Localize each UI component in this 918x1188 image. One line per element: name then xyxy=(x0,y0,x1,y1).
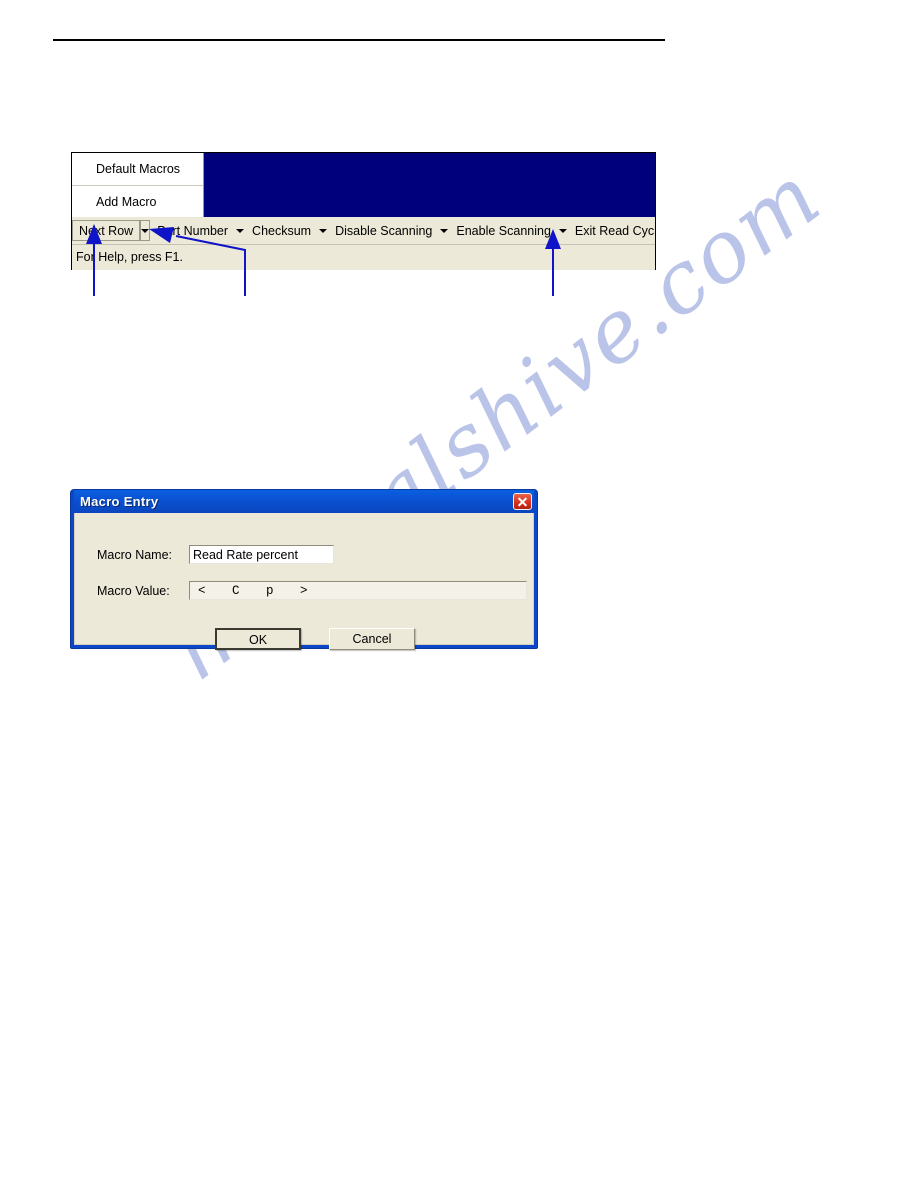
chevron-down-icon xyxy=(440,228,449,233)
toolbar-dropdown-arrow-disable-scanning[interactable] xyxy=(439,220,449,241)
toolbar-button-exit-read-cycle[interactable]: Exit Read Cycle xyxy=(568,220,655,241)
dialog-button-row: OK Cancel xyxy=(215,628,415,650)
toolbar-button-label: Next Row xyxy=(79,224,134,238)
macro-value-label: Macro Value: xyxy=(97,583,170,598)
close-icon[interactable] xyxy=(513,493,532,510)
toolbar-button-next-row[interactable]: Next Row xyxy=(72,220,141,241)
toolbar-dropdown-arrow-checksum[interactable] xyxy=(318,220,328,241)
macro-application-window: Default Macros Add Macro Next Row Part N… xyxy=(71,152,656,270)
macro-name-row: Macro Name: Read Rate percent xyxy=(97,545,334,564)
dialog-title: Macro Entry xyxy=(80,494,159,509)
macro-value-row: Macro Value: < C p > xyxy=(97,581,527,600)
chevron-down-icon xyxy=(141,228,150,233)
macro-dropdown-menu[interactable]: Default Macros Add Macro xyxy=(72,153,204,217)
menu-item-default-macros[interactable]: Default Macros xyxy=(72,153,203,185)
toolbar-dropdown-arrow-next-row[interactable] xyxy=(140,220,151,241)
dialog-body: Macro Name: Read Rate percent Macro Valu… xyxy=(74,513,534,650)
menu-item-label: Add Macro xyxy=(96,195,157,209)
status-bar-text: For Help, press F1. xyxy=(76,250,183,264)
toolbar-button-label: Disable Scanning xyxy=(335,224,433,238)
menu-item-label: Default Macros xyxy=(96,162,181,176)
macro-toolbar: Next Row Part Number Checksum Disable Sc… xyxy=(72,217,655,245)
toolbar-button-part-number[interactable]: Part Number xyxy=(150,220,235,241)
chevron-down-icon xyxy=(319,228,328,233)
toolbar-button-enable-scanning[interactable]: Enable Scanning xyxy=(449,220,558,241)
cancel-button[interactable]: Cancel xyxy=(329,628,415,650)
chevron-down-icon xyxy=(558,228,567,233)
toolbar-dropdown-arrow-part-number[interactable] xyxy=(235,220,245,241)
menu-item-add-macro[interactable]: Add Macro xyxy=(72,185,203,217)
page-header-rule xyxy=(53,39,665,41)
toolbar-button-label: Checksum xyxy=(252,224,312,238)
macro-name-label: Macro Name: xyxy=(97,547,173,562)
status-bar: For Help, press F1. xyxy=(72,245,655,270)
toolbar-button-label: Part Number xyxy=(157,224,229,238)
toolbar-button-checksum[interactable]: Checksum xyxy=(245,220,318,241)
toolbar-dropdown-arrow-enable-scanning[interactable] xyxy=(558,220,568,241)
toolbar-button-label: Exit Read Cycle xyxy=(574,224,655,238)
macro-name-input[interactable]: Read Rate percent xyxy=(189,545,334,564)
toolbar-button-label: Enable Scanning xyxy=(456,224,551,238)
ok-button[interactable]: OK xyxy=(215,628,301,650)
chevron-down-icon xyxy=(236,228,245,233)
macro-entry-dialog: Macro Entry Macro Name: Read Rate percen… xyxy=(70,489,538,650)
dialog-title-bar: Macro Entry xyxy=(74,490,534,513)
macro-value-input[interactable]: < C p > xyxy=(189,581,527,600)
toolbar-button-disable-scanning[interactable]: Disable Scanning xyxy=(328,220,439,241)
